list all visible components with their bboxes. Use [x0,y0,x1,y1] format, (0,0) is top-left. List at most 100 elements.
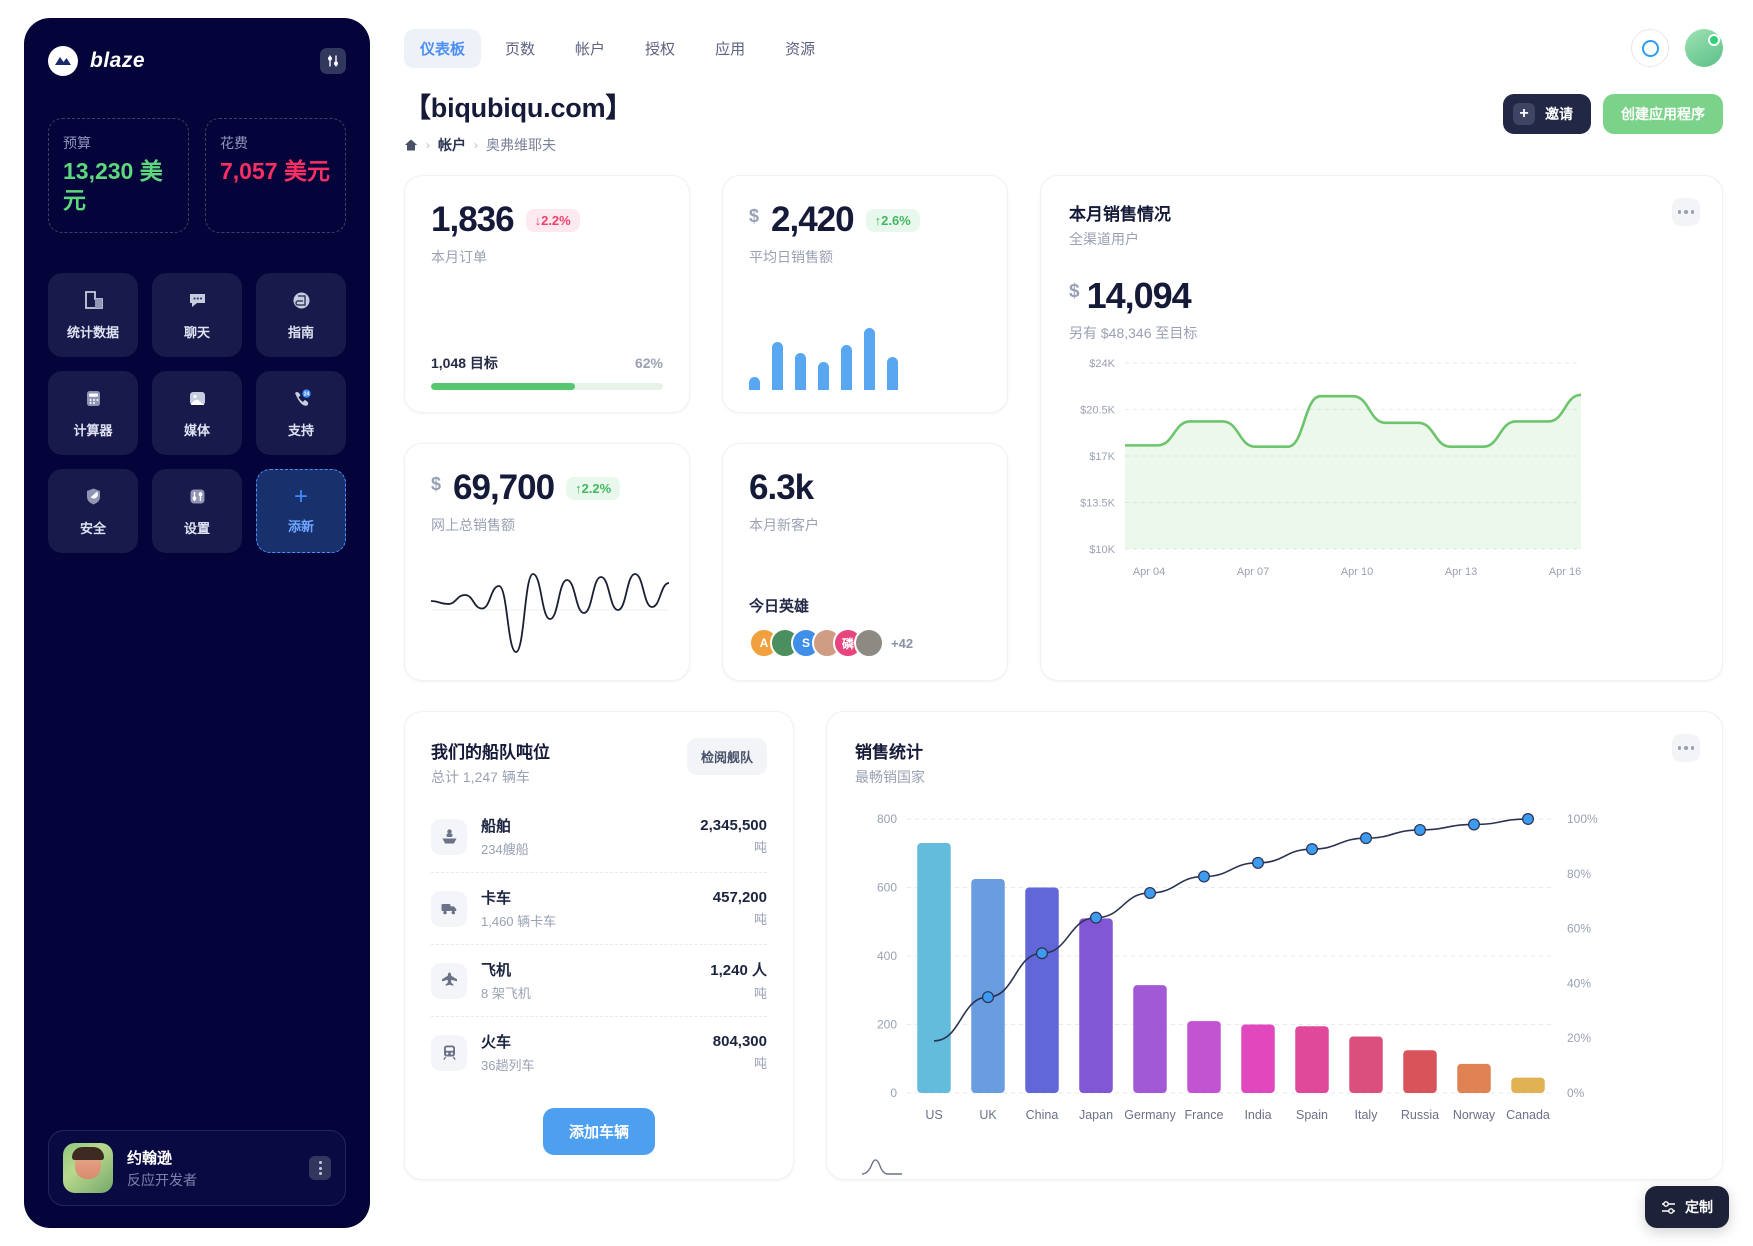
sliders-icon[interactable] [320,48,346,74]
tab-dashboard[interactable]: 仪表板 [404,28,482,68]
brand[interactable]: blaze [48,46,145,76]
fleet-item-sub: 234艘船 [481,842,529,857]
heroes-title: 今日英雄 [749,598,810,615]
add-vehicle-button[interactable]: 添加车辆 [542,1108,655,1155]
svg-text:Canada: Canada [1506,1108,1550,1122]
sidebar-item-stats[interactable]: 统计数据 [48,272,138,357]
kpi-orders-headline: 1,836 ↓2.2% [431,200,663,240]
kpi-new-value: 6.3k [749,468,814,507]
tab-resources[interactable]: 资源 [769,29,831,68]
svg-text:24: 24 [303,392,309,398]
tab-accounts[interactable]: 帐户 [559,29,621,68]
fleet-item-sub: 1,460 辆卡车 [481,914,557,929]
create-app-button[interactable]: 创建应用程序 [1603,94,1723,134]
sidebar-item-guide[interactable]: 指南 [256,272,346,357]
fleet-list-item[interactable]: 卡车 1,460 辆卡车 457,200 吨 [431,872,767,944]
circle-ring-icon[interactable] [1631,29,1669,67]
monthly-sales-value: 14,094 [1086,275,1192,316]
kpi-orders-progress-fill [431,383,575,390]
breadcrumb-item-current[interactable]: 奥弗维耶夫 [486,135,556,155]
svg-text:40%: 40% [1567,976,1591,990]
sidebar-profile-card[interactable]: 约翰逊 反应开发者 [48,1130,346,1206]
sidebar-item-media[interactable]: 媒体 [152,370,242,455]
svg-text:400: 400 [877,949,897,963]
top-right-actions [1631,29,1723,67]
bar [1079,918,1113,1093]
line-marker [1306,843,1319,856]
cumulative-line [933,818,1529,1042]
sparkline-path [431,573,669,653]
breadcrumb: › 帐户 › 奥弗维耶夫 [404,135,632,155]
fleet-item-text: 火车 36趟列车 [481,1031,534,1074]
customize-label: 定制 [1685,1199,1713,1215]
sidebar-item-chat-label: 聊天 [183,324,210,340]
sidebar-item-security-label: 安全 [79,520,106,536]
brand-name: blaze [90,49,146,72]
sidebar-item-chat[interactable]: 聊天 [152,272,242,357]
kpi-card-new-customers: 6.3k 本月新客户 今日英雄 A S 磷 +42 [722,443,1008,681]
tab-authorization[interactable]: 授权 [629,29,691,68]
bar [971,878,1005,1093]
blaze-logo-icon [48,46,78,76]
sales-stats-title: 销售统计 [855,743,923,762]
svg-text:$13.5K: $13.5K [1080,498,1116,510]
customize-button[interactable]: 定制 [1645,1186,1729,1228]
sidebar-item-security[interactable]: 安全 [48,468,138,553]
monthly-sales-currency: $ [1069,281,1080,302]
monthly-sales-value-row: $ 14,094 [1069,275,1694,317]
stat-spend-label: 花费 [220,135,248,151]
svg-text:Apr 04: Apr 04 [1133,566,1165,578]
fleet-list-item[interactable]: 火车 36趟列车 804,300 吨 [431,1016,767,1088]
bar [1511,1077,1545,1093]
fleet-list-item[interactable]: 船舶 234艘船 2,345,500 吨 [431,801,767,872]
fleet-item-value: 1,240 人 [710,962,767,979]
spark-bar [841,345,852,390]
tab-pages[interactable]: 页数 [489,29,551,68]
breadcrumb-item-accounts[interactable]: 帐户 [438,135,466,155]
sidebar-header: blaze [48,46,346,76]
plus-icon: + [1513,103,1535,125]
kebab-menu-icon[interactable] [1672,198,1700,226]
kebab-menu-icon[interactable] [1672,734,1700,762]
review-fleet-button[interactable]: 检阅舰队 [686,738,767,775]
monthly-sales-title: 本月销售情况 [1069,205,1171,224]
avatar[interactable] [854,628,884,658]
settings-sliders-icon [185,485,209,509]
sidebar-item-stats-label: 统计数据 [66,324,119,340]
kpi-online-headline: $ 69,700 ↑2.2% [431,468,663,508]
invite-button[interactable]: + 邀请 [1503,94,1591,134]
sidebar-item-add-new[interactable]: + 添新 [256,468,346,553]
fleet-header-text: 我们的船队吨位 总计 1,247 辆车 [431,738,550,787]
svg-text:0%: 0% [1567,1086,1585,1100]
sidebar-item-settings[interactable]: 设置 [152,468,242,553]
fleet-item-name: 船舶 [481,818,512,835]
bar [1403,1050,1437,1093]
fleet-item-values: 457,200 吨 [713,889,767,928]
user-avatar[interactable] [1685,29,1723,67]
stat-spend-value: 7,057 美元 [220,158,330,184]
line-marker [1360,832,1373,845]
kebab-menu-icon[interactable] [309,1156,331,1180]
sales-stats-card: 销售统计 最畅销国家 0 200 400 600 800 0% 20% 40% 60% 80% 10… [826,711,1723,1180]
tab-apps[interactable]: 应用 [699,29,761,68]
fleet-item-unit: 吨 [753,1056,767,1071]
svg-text:800: 800 [877,812,897,826]
line-marker [1198,870,1211,883]
bar [1457,1063,1491,1093]
chat-icon [185,289,209,313]
sidebar-item-support[interactable]: 24 支持 [256,370,346,455]
spark-bar [749,376,760,390]
line-marker [1521,813,1534,826]
fleet-item-name: 飞机 [481,962,512,979]
bar [1295,1026,1329,1093]
fleet-list-item[interactable]: 飞机 8 架飞机 1,240 人 吨 [431,944,767,1016]
media-icon [185,387,209,411]
svg-text:$10K: $10K [1089,544,1115,556]
sidebar-item-calculator[interactable]: 计算器 [48,370,138,455]
spark-bar [887,357,898,390]
home-icon[interactable] [404,138,418,152]
svg-text:100%: 100% [1567,812,1598,826]
avatar [63,1143,113,1193]
stat-budget-label: 预算 [63,135,91,151]
ship-icon [431,818,467,855]
